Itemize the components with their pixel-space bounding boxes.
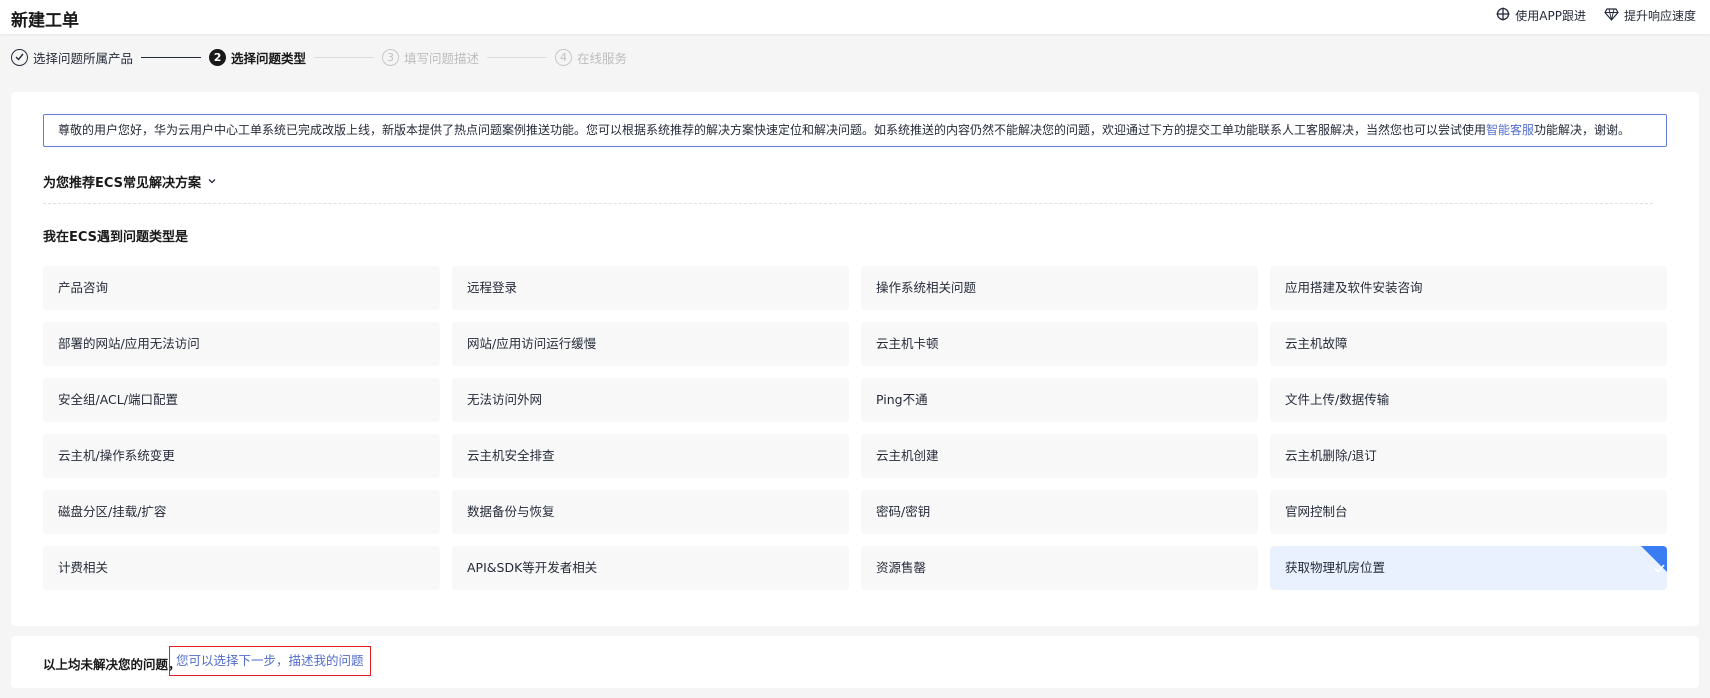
app-follow-label: 使用APP跟进 bbox=[1515, 9, 1586, 23]
step-connector bbox=[487, 56, 548, 58]
type-tile[interactable]: API&SDK等开发者相关 bbox=[452, 546, 849, 590]
type-tile-label: API&SDK等开发者相关 bbox=[467, 560, 598, 575]
selected-check-icon bbox=[1654, 547, 1665, 590]
type-tile[interactable]: 远程登录 bbox=[452, 266, 849, 310]
recommend-toggle[interactable]: 为您推荐ECS常见解决方案 bbox=[43, 172, 217, 191]
type-tile-label: 数据备份与恢复 bbox=[467, 504, 555, 519]
type-tile-label: 云主机卡顿 bbox=[876, 336, 939, 351]
type-tile[interactable]: 密码/密钥 bbox=[861, 490, 1258, 534]
problem-type-card: 尊敬的用户您好，华为云用户中心工单系统已完成改版上线，新版本提供了热点问题案例推… bbox=[11, 92, 1699, 626]
notice-text: 尊敬的用户您好，华为云用户中心工单系统已完成改版上线，新版本提供了热点问题案例推… bbox=[58, 123, 1487, 137]
type-heading: 我在ECS遇到问题类型是 bbox=[43, 230, 189, 245]
type-tile[interactable]: 产品咨询 bbox=[43, 266, 440, 310]
step-3-label: 填写问题描述 bbox=[404, 50, 480, 66]
boost-response-label: 提升响应速度 bbox=[1623, 9, 1696, 23]
type-tile-label: 获取物理机房位置 bbox=[1285, 560, 1386, 575]
boost-response-button[interactable]: 提升响应速度 bbox=[1604, 7, 1696, 24]
type-tile-selected[interactable]: 获取物理机房位置 bbox=[1270, 546, 1667, 590]
divider bbox=[43, 203, 1653, 204]
type-tile-label: Ping不通 bbox=[876, 392, 928, 407]
type-tile[interactable]: 磁盘分区/挂载/扩容 bbox=[43, 490, 440, 534]
type-tile-label: 无法访问外网 bbox=[467, 392, 543, 407]
step-2-number: 2 bbox=[209, 48, 227, 66]
stepper: 选择问题所属产品 2 选择问题类型 3 填写问题描述 4 在线服务 bbox=[11, 47, 627, 67]
step-3-number: 3 bbox=[382, 48, 400, 66]
type-tile[interactable]: 云主机/操作系统变更 bbox=[43, 434, 440, 478]
type-tile[interactable]: 云主机故障 bbox=[1270, 322, 1667, 366]
top-bar: 新建工单 使用APP跟进 提升响应速度 bbox=[0, 0, 1710, 34]
type-tile-label: 操作系统相关问题 bbox=[876, 280, 977, 295]
step-2-label: 选择问题类型 bbox=[231, 50, 307, 66]
type-tile-label: 密码/密钥 bbox=[876, 504, 931, 519]
type-tile[interactable]: 云主机安全排查 bbox=[452, 434, 849, 478]
type-tile[interactable]: 应用搭建及软件安装咨询 bbox=[1270, 266, 1667, 310]
step-3: 3 填写问题描述 bbox=[382, 48, 479, 67]
app-follow-button[interactable]: 使用APP跟进 bbox=[1496, 7, 1586, 24]
type-tile[interactable]: 无法访问外网 bbox=[452, 378, 849, 422]
type-tile-label: 磁盘分区/挂载/扩容 bbox=[58, 504, 167, 519]
type-tile[interactable]: Ping不通 bbox=[861, 378, 1258, 422]
type-tile-label: 云主机故障 bbox=[1285, 336, 1348, 351]
type-tile-label: 计费相关 bbox=[58, 560, 109, 575]
notice-text-end: 功能解决，谢谢。 bbox=[1534, 123, 1631, 137]
top-actions: 使用APP跟进 提升响应速度 bbox=[1496, 7, 1696, 24]
smart-service-link[interactable]: 智能客服 bbox=[1486, 123, 1534, 137]
type-tile-label: 资源售罄 bbox=[876, 560, 927, 575]
type-tile[interactable]: 云主机删除/退订 bbox=[1270, 434, 1667, 478]
step-4-label: 在线服务 bbox=[577, 50, 628, 66]
type-tile[interactable]: 官网控制台 bbox=[1270, 490, 1667, 534]
type-tile-label: 产品咨询 bbox=[58, 280, 109, 295]
page-title: 新建工单 bbox=[11, 11, 79, 31]
step-connector bbox=[314, 56, 375, 58]
type-tile-label: 文件上传/数据传输 bbox=[1285, 392, 1390, 407]
type-tile[interactable]: 云主机卡顿 bbox=[861, 322, 1258, 366]
type-tile-label: 云主机/操作系统变更 bbox=[58, 448, 175, 463]
footer-text: 以上均未解决您的问题， bbox=[43, 657, 181, 672]
type-tile-label: 应用搭建及软件安装咨询 bbox=[1285, 280, 1423, 295]
type-tile[interactable]: 网站/应用访问运行缓慢 bbox=[452, 322, 849, 366]
chevron-down-icon bbox=[207, 174, 217, 189]
type-tile[interactable]: 计费相关 bbox=[43, 546, 440, 590]
step-2: 2 选择问题类型 bbox=[209, 48, 306, 67]
recommend-label: 为您推荐ECS常见解决方案 bbox=[43, 176, 202, 191]
step-4-number: 4 bbox=[555, 48, 573, 66]
type-tile-label: 云主机删除/退订 bbox=[1285, 448, 1377, 463]
type-tile[interactable]: 文件上传/数据传输 bbox=[1270, 378, 1667, 422]
step-1-label: 选择问题所属产品 bbox=[33, 50, 134, 66]
type-tile[interactable]: 操作系统相关问题 bbox=[861, 266, 1258, 310]
type-tile-label: 部署的网站/应用无法访问 bbox=[58, 336, 200, 351]
type-tile[interactable]: 安全组/ACL/端口配置 bbox=[43, 378, 440, 422]
step-4: 4 在线服务 bbox=[555, 48, 627, 67]
notice-banner: 尊敬的用户您好，华为云用户中心工单系统已完成改版上线，新版本提供了热点问题案例推… bbox=[43, 114, 1667, 147]
app-track-icon bbox=[1496, 7, 1510, 24]
next-step-link[interactable]: 您可以选择下一步，描述我的问题 bbox=[169, 646, 371, 676]
diamond-icon bbox=[1604, 7, 1619, 24]
type-tile-label: 云主机安全排查 bbox=[467, 448, 555, 463]
type-tile[interactable]: 数据备份与恢复 bbox=[452, 490, 849, 534]
footer-card: 以上均未解决您的问题， 您可以选择下一步，描述我的问题 bbox=[11, 636, 1699, 688]
type-tile[interactable]: 资源售罄 bbox=[861, 546, 1258, 590]
type-tile-label: 远程登录 bbox=[467, 280, 518, 295]
type-tile-label: 安全组/ACL/端口配置 bbox=[58, 392, 178, 407]
type-tile-label: 官网控制台 bbox=[1285, 504, 1348, 519]
problem-type-grid: 产品咨询 远程登录 操作系统相关问题 应用搭建及软件安装咨询 部署的网站/应用无… bbox=[43, 266, 1667, 590]
step-1[interactable]: 选择问题所属产品 bbox=[11, 48, 133, 67]
type-tile-label: 云主机创建 bbox=[876, 448, 939, 463]
step-connector bbox=[141, 56, 202, 58]
type-tile[interactable]: 云主机创建 bbox=[861, 434, 1258, 478]
check-icon bbox=[11, 48, 28, 66]
type-tile-label: 网站/应用访问运行缓慢 bbox=[467, 336, 597, 351]
type-tile[interactable]: 部署的网站/应用无法访问 bbox=[43, 322, 440, 366]
